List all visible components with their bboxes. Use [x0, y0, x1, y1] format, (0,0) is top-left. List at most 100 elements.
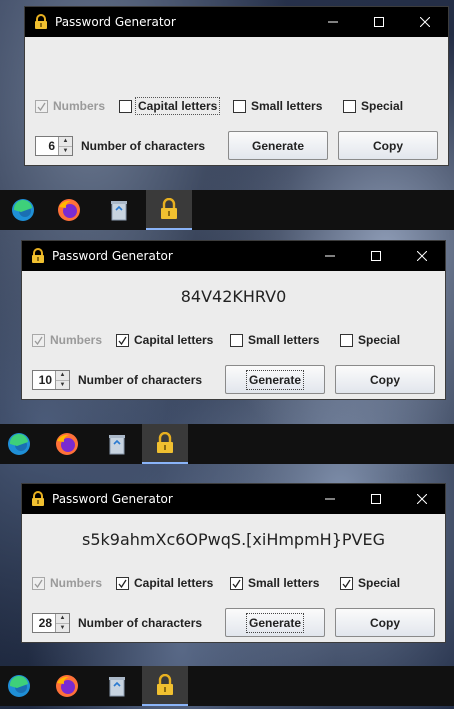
taskbar: [0, 190, 454, 230]
copy-button[interactable]: Copy: [338, 131, 438, 160]
checkmark-icon: [232, 579, 241, 588]
edge-icon: [12, 199, 34, 221]
minimize-button[interactable]: [307, 241, 353, 271]
generate-label: Generate: [251, 138, 305, 153]
password-output: 84V42KHRV0: [180, 287, 287, 306]
recycle-bin-icon: [109, 435, 125, 455]
taskbar-recycle-bin[interactable]: [94, 666, 140, 706]
generate-button[interactable]: Generate: [225, 365, 325, 394]
checkbox-box: [32, 333, 45, 347]
lock-icon: [35, 14, 47, 29]
checkbox-label: Capital letters: [134, 576, 214, 590]
spinner-down-icon[interactable]: ▼: [56, 379, 69, 389]
close-icon: [417, 251, 427, 261]
lock-app-icon: [157, 432, 173, 453]
small-letters-checkbox[interactable]: Small letters: [230, 576, 319, 590]
length-value[interactable]: 28: [33, 614, 55, 632]
checkbox-label: Special: [358, 576, 401, 590]
checkbox-box: [230, 333, 243, 347]
small-letters-checkbox[interactable]: Small letters: [230, 333, 319, 347]
minimize-button[interactable]: [310, 7, 356, 37]
length-value[interactable]: 10: [33, 371, 55, 389]
window-title: Password Generator: [52, 249, 173, 263]
generate-label: Generate: [245, 612, 305, 633]
lock-icon: [32, 491, 44, 506]
window-title: Password Generator: [52, 492, 173, 506]
generate-label: Generate: [245, 369, 305, 390]
close-button[interactable]: [399, 241, 445, 271]
checkbox-box: [233, 99, 246, 113]
capital-letters-checkbox[interactable]: Capital letters: [119, 97, 221, 115]
recycle-bin-icon: [111, 201, 127, 221]
capital-letters-checkbox[interactable]: Capital letters: [116, 333, 213, 347]
taskbar-edge[interactable]: [0, 190, 46, 230]
minimize-icon: [328, 21, 338, 23]
generate-button[interactable]: Generate: [228, 131, 328, 160]
length-label: Number of characters: [81, 139, 206, 153]
checkbox-box: [343, 99, 356, 113]
password-generator-window-3: Password Generator s5k9ahmXc6OPwqS.[xiHm…: [21, 483, 446, 643]
minimize-button[interactable]: [307, 484, 353, 514]
length-spinner[interactable]: 10 ▲ ▼: [32, 370, 70, 390]
checkbox-box: [340, 333, 353, 347]
firefox-icon: [58, 199, 80, 221]
numbers-checkbox[interactable]: Numbers: [32, 333, 102, 347]
copy-label: Copy: [373, 138, 403, 153]
taskbar-recycle-bin[interactable]: [96, 190, 142, 230]
minimize-icon: [325, 498, 335, 500]
length-spinner[interactable]: 28 ▲ ▼: [32, 613, 70, 633]
spinner-up-icon[interactable]: ▲: [59, 137, 72, 146]
special-checkbox[interactable]: Special: [343, 99, 403, 113]
close-button[interactable]: [399, 484, 445, 514]
password-generator-window-2: Password Generator 84V42KHRV0 Numbers Ca…: [21, 240, 446, 400]
copy-label: Copy: [370, 615, 400, 630]
numbers-checkbox[interactable]: Numbers: [35, 99, 105, 113]
checkbox-label: Numbers: [50, 576, 103, 590]
spinner-up-icon[interactable]: ▲: [56, 614, 69, 623]
checkbox-label: Numbers: [53, 99, 106, 113]
taskbar-edge[interactable]: [0, 424, 42, 464]
maximize-icon: [371, 251, 381, 261]
small-letters-checkbox[interactable]: Small letters: [233, 99, 322, 113]
checkbox-box: [116, 333, 129, 347]
taskbar-edge[interactable]: [0, 666, 42, 706]
taskbar-password-generator[interactable]: [142, 424, 188, 464]
spinner-down-icon[interactable]: ▼: [59, 145, 72, 155]
capital-letters-checkbox[interactable]: Capital letters: [116, 576, 213, 590]
generate-button[interactable]: Generate: [225, 608, 325, 637]
special-checkbox[interactable]: Special: [340, 576, 400, 590]
numbers-checkbox[interactable]: Numbers: [32, 576, 102, 590]
maximize-button[interactable]: [353, 484, 399, 514]
copy-label: Copy: [370, 372, 400, 387]
copy-button[interactable]: Copy: [335, 365, 435, 394]
checkbox-box: [119, 99, 132, 113]
maximize-button[interactable]: [353, 241, 399, 271]
length-spinner[interactable]: 6 ▲ ▼: [35, 136, 73, 156]
length-value[interactable]: 6: [36, 137, 58, 155]
password-output: s5k9ahmXc6OPwqS.[xiHmpmH}PVEG: [82, 530, 385, 549]
checkmark-icon: [37, 102, 46, 111]
copy-button[interactable]: Copy: [335, 608, 435, 637]
checkbox-box: [32, 576, 45, 590]
title-bar[interactable]: Password Generator: [22, 241, 445, 271]
title-bar[interactable]: Password Generator: [22, 484, 445, 514]
spinner-down-icon[interactable]: ▼: [56, 622, 69, 632]
checkbox-label: Small letters: [251, 99, 323, 113]
taskbar-firefox[interactable]: [44, 666, 90, 706]
lock-app-icon: [157, 674, 173, 695]
spinner-up-icon[interactable]: ▲: [56, 371, 69, 380]
close-icon: [420, 17, 430, 27]
taskbar-password-generator[interactable]: [146, 190, 192, 230]
checkbox-label: Capital letters: [134, 97, 221, 115]
taskbar-password-generator[interactable]: [142, 666, 188, 706]
maximize-button[interactable]: [356, 7, 402, 37]
checkmark-icon: [34, 579, 43, 588]
taskbar-recycle-bin[interactable]: [94, 424, 140, 464]
checkbox-box: [340, 576, 353, 590]
taskbar-firefox[interactable]: [44, 424, 90, 464]
taskbar-firefox[interactable]: [46, 190, 92, 230]
title-bar[interactable]: Password Generator: [25, 7, 448, 37]
lock-icon: [32, 248, 44, 263]
close-button[interactable]: [402, 7, 448, 37]
special-checkbox[interactable]: Special: [340, 333, 400, 347]
